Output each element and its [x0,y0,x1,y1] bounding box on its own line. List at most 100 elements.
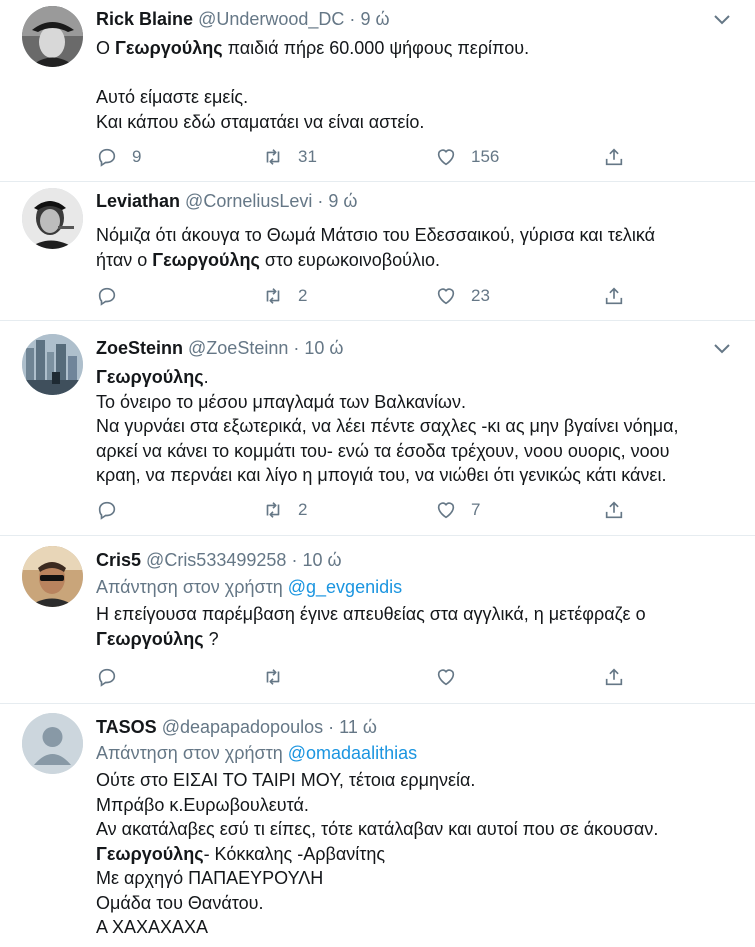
tweet[interactable]: Leviathan @CorneliusLevi · 9 ώ Νόμιζα ότ… [0,182,755,321]
retweet-icon [266,149,280,165]
caret-down-icon[interactable] [713,341,731,355]
user-handle[interactable]: @deapapadopoulos [162,717,323,737]
tweet-text-line: Το όνειρο το μέσου μπαγλαμά των Βαλκανίω… [96,390,736,415]
reply-button[interactable] [96,665,132,689]
like-button[interactable]: 23 [435,284,490,308]
user-handle[interactable]: @CorneliusLevi [185,191,312,211]
text-segment: Το όνειρο το μέσου μπαγλαμά των Βαλκανίω… [96,391,466,412]
avatar[interactable] [22,334,83,395]
reply-button[interactable] [96,498,132,522]
tweet[interactable]: Rick Blaine @Underwood_DC · 9 ώ Ο Γεωργο… [0,0,755,182]
text-segment: Νόμιζα ότι άκουγα το Θωμά Μάτσιο του Εδε… [96,225,656,245]
tweet-text: Ο Γεωργούλης παιδιά πήρε 60.000 ψήφους π… [96,36,736,134]
tweet-text-line: Με αρχηγό ΠΑΠΑΕΥΡΟΥΛΗ [96,866,736,891]
avatar[interactable] [22,188,83,249]
timestamp[interactable]: 10 ώ [302,550,341,570]
replying-to-label: Απάντηση στον χρήστη [96,743,283,763]
display-name[interactable]: TASOS [96,717,157,737]
tweet-text-line: Και κάπου εδώ σταματάει να είναι αστείο. [96,110,736,135]
tweet-actions: 2 7 [96,498,656,522]
tweet-text-line: Γεωργούλης. [96,365,736,390]
display-name[interactable]: Cris5 [96,550,141,570]
text-segment: Αυτό είμαστε εμείς. [96,87,249,107]
like-icon [437,288,455,305]
text-segment: Α ΧΑΧΑΧΑΧΑ [96,917,209,937]
share-button[interactable] [603,665,625,689]
text-segment: Αν ακατάλαβες εσύ τι είπες, τότε κατάλαβ… [96,819,659,839]
retweet-button[interactable] [262,665,298,689]
bold-name-text: Γεωργούλης [152,249,260,270]
separator-dot: · [349,9,356,29]
timestamp[interactable]: 9 ώ [360,9,389,29]
tweet-text-line: κραη, να περνάει και λίγο η μπογιά του, … [96,463,736,488]
tweet[interactable]: TASOS @deapapadopoulos · 11 ώ Απάντηση σ… [0,704,755,947]
timestamp[interactable]: 9 ώ [328,191,357,211]
share-icon [605,668,623,686]
text-segment: Και κάπου εδώ σταματάει να είναι αστείο. [96,111,425,132]
text-segment: Με αρχηγό ΠΑΠΑΕΥΡΟΥΛΗ [96,868,324,888]
text-segment: Μπράβο κ.Ευρωβουλευτά. [96,794,309,815]
avatar[interactable] [22,713,83,774]
share-button[interactable] [603,498,625,522]
share-icon [605,501,623,519]
tweet[interactable]: ZoeSteinn @ZoeSteinn · 10 ώ Γεωργούλης. Τ… [0,321,755,536]
user-handle[interactable]: @Underwood_DC [198,9,344,29]
tweet-text-line: Ο Γεωργούλης παιδιά πήρε 60.000 ψήφους π… [96,36,736,61]
text-segment: Ο [96,38,116,58]
timestamp[interactable]: 10 ώ [304,338,343,358]
text-segment: Η επείγουσα παρέμβαση έγινε απευθείας στ… [96,604,646,624]
tweet-text-line: Η επείγουσα παρέμβαση έγινε απευθείας στ… [96,602,736,627]
bold-name-text: Γεωργούλης [96,843,204,864]
tweet-text: Ούτε στο ΕΙΣΑΙ ΤΟ ΤΑΙΡΙ ΜΟΥ, τέτοια ερμη… [96,768,736,940]
user-handle[interactable]: @ZoeSteinn [188,338,288,358]
mention-link[interactable]: @omadaalithias [288,743,417,763]
reply-icon [98,148,116,167]
reply-button[interactable]: 9 [96,145,141,169]
retweet-icon [266,288,280,304]
like-button[interactable] [435,665,471,689]
like-icon [437,149,455,166]
like-button[interactable]: 156 [435,145,499,169]
display-name[interactable]: Leviathan [96,191,180,211]
text-segment: στο ευρωκοινοβούλιο. [259,249,441,270]
text-segment: ήταν ο [96,249,153,270]
text-segment: αρκεί να κάνει το κομμάτι του- ενώ τα έσ… [96,440,670,461]
display-name[interactable]: Rick Blaine [96,9,193,29]
mention-link[interactable]: @g_evgenidis [288,577,402,597]
display-name[interactable]: ZoeSteinn [96,338,183,358]
tweet-text-line: Ομάδα του Θανάτου. [96,891,736,916]
tweet-text: Νόμιζα ότι άκουγα το Θωμά Μάτσιο του Εδε… [96,223,736,272]
tweet-text-line: Γεωργούλης- Κόκκαλης -Αρβανίτης [96,842,736,867]
tweet-text-line: Να γυρνάει στα εξωτερικά, να λέει πέντε … [96,414,736,439]
reply-count: 9 [132,147,142,166]
reply-button[interactable] [96,284,132,308]
share-button[interactable] [603,284,625,308]
tweet-text-line: Α ΧΑΧΑΧΑΧΑ [96,915,736,940]
caret-down-icon[interactable] [713,12,731,26]
user-handle[interactable]: @Cris533499258 [146,550,286,570]
reply-icon [98,668,116,687]
timestamp[interactable]: 11 ώ [339,717,377,737]
retweet-button[interactable]: 2 [262,284,307,308]
tweet-text: Γεωργούλης. Το όνειρο το μέσου μπαγλαμά τ… [96,365,736,488]
text-segment: Να γυρνάει στα εξωτερικά, να λέει πέντε … [96,416,679,436]
bold-name-text: Γεωργούλης [115,38,223,58]
retweet-button[interactable]: 2 [262,498,307,522]
like-button[interactable]: 7 [435,498,480,522]
share-icon [605,148,623,166]
share-icon [605,287,623,305]
avatar[interactable] [22,546,83,607]
tweet-actions: 2 23 [96,284,656,308]
tweet[interactable]: Cris5 @Cris533499258 · 10 ώ Απάντηση στο… [0,536,755,704]
avatar[interactable] [22,6,83,67]
separator-dot: · [328,717,335,737]
tweet-text-line: Μπράβο κ.Ευρωβουλευτά. [96,793,736,818]
share-button[interactable] [603,145,625,169]
tweet-text-line: Γεωργούλης ? [96,627,736,652]
retweet-button[interactable]: 31 [262,145,317,169]
retweet-icon [266,502,280,518]
tweet-text-line: Αν ακατάλαβες εσύ τι είπες, τότε κατάλαβ… [96,817,736,842]
retweet-count: 2 [298,500,308,519]
retweet-count: 31 [298,147,317,166]
text-segment: Ομάδα του Θανάτου. [96,892,264,913]
